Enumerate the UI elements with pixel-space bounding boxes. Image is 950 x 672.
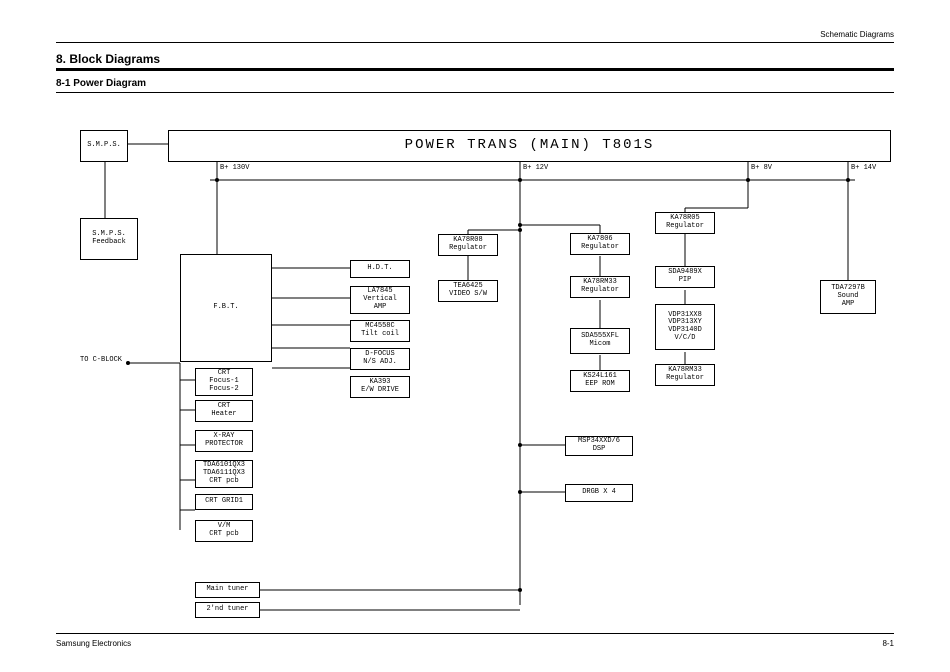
mc4558c-box: MC4558C Tilt coil xyxy=(350,320,410,342)
crt-grid1-box: CRT GRID1 xyxy=(195,494,253,510)
header-category: Schematic Diagrams xyxy=(820,30,894,39)
footer-company: Samsung Electronics xyxy=(56,639,131,648)
rail-b8v: B+ 8V xyxy=(751,164,772,172)
footer-page: 8-1 xyxy=(882,639,894,648)
ka393-box: KA393 E/W DRIVE xyxy=(350,376,410,398)
vdp31-box: VDP31XX8 VDP313XY VDP3140D V/C/D xyxy=(655,304,715,350)
diagram-canvas: POWER TRANS (MAIN) T801S B+ 130V B+ 12V … xyxy=(80,100,890,625)
ka78r08-box: KA78R08 Regulator xyxy=(438,234,498,256)
to-cblock-label: TO C-BLOCK xyxy=(80,356,122,364)
smps-feedback-box: S.M.P.S. Feedback xyxy=(80,218,138,260)
tda6101-box: TDA6101QX3 TDA6111QX3 CRT pcb xyxy=(195,460,253,488)
ka78r05-box: KA78R05 Regulator xyxy=(655,212,715,234)
dfocus-box: D-FOCUS N/S ADJ. xyxy=(350,348,410,370)
la7845-box: LA7845 Vertical AMP xyxy=(350,286,410,314)
sub-title: 8-1 Power Diagram xyxy=(56,78,146,89)
tea6425-box: TEA6425 VIDEO S/W xyxy=(438,280,498,302)
fbt-box: F.B.T. xyxy=(180,254,272,362)
rail-b14v: B+ 14V xyxy=(851,164,876,172)
hdt-box: H.D.T. xyxy=(350,260,410,278)
crt-focus-box: CRT Focus-1 Focus-2 xyxy=(195,368,253,396)
rail-b130v: B+ 130V xyxy=(220,164,249,172)
main-tuner-box: Main tuner xyxy=(195,582,260,598)
ks24l161-box: KS24L161 EEP ROM xyxy=(570,370,630,392)
ka78rm33b-box: KA78RM33 Regulator xyxy=(655,364,715,386)
sda555-box: SDA555XFL Micom xyxy=(570,328,630,354)
smps-box: S.M.P.S. xyxy=(80,130,128,162)
ka7806-box: KA7806 Regulator xyxy=(570,233,630,255)
second-tuner-box: 2'nd tuner xyxy=(195,602,260,618)
sda9489-box: SDA9489X PIP xyxy=(655,266,715,288)
ka78rm33a-box: KA78RM33 Regulator xyxy=(570,276,630,298)
xray-box: X-RAY PROTECTOR xyxy=(195,430,253,452)
drgb-box: DRGB X 4 xyxy=(565,484,633,502)
rail-b12v: B+ 12V xyxy=(523,164,548,172)
crt-heater-box: CRT Heater xyxy=(195,400,253,422)
tda7297-box: TDA7297B Sound AMP xyxy=(820,280,876,314)
msp34-box: MSP34XXD/6 DSP xyxy=(565,436,633,456)
power-trans-box: POWER TRANS (MAIN) T801S xyxy=(168,130,891,162)
wiring-svg xyxy=(80,100,890,625)
section-title: 8. Block Diagrams xyxy=(56,52,160,66)
vm-crt-box: V/M CRT pcb xyxy=(195,520,253,542)
